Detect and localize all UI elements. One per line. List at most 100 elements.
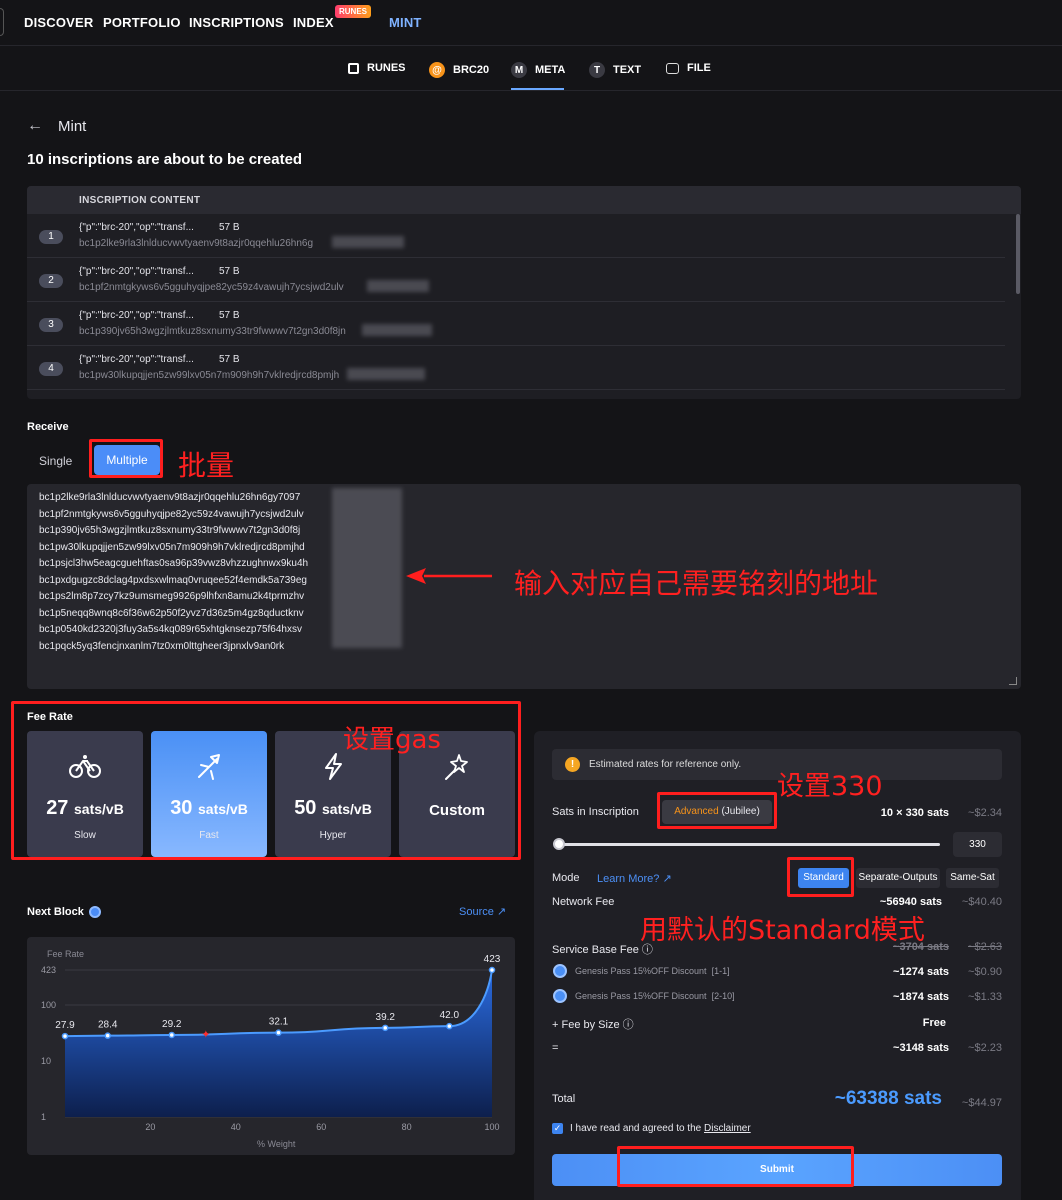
genesis-pass-icon: [553, 989, 567, 1003]
row-address: bc1p390jv65h3wgzjlmtkuz8sxnumy33tr9fwwwv…: [79, 326, 346, 337]
fee-chart: Fee Rate % Weight 27.9 28.4 29.2 32.1 39.2 42…: [27, 937, 515, 1155]
mode-label: Mode: [552, 872, 580, 884]
nav-portfolio[interactable]: PORTFOLIO: [103, 15, 181, 30]
network-fee-value: ~56940 sats: [879, 896, 942, 908]
row-number: 3: [39, 318, 63, 332]
agree-text: I have read and agreed to the Disclaimer: [570, 1123, 751, 1134]
equals-value: ~3148 sats: [893, 1042, 949, 1054]
privacy-blur: [332, 236, 404, 248]
annotation-box-fee-rate: [11, 701, 521, 860]
table-row: 2 {"p":"brc-20","op":"transf... 57 B bc1…: [27, 258, 1005, 302]
chart-area: [65, 970, 492, 1117]
chart-data-label: 32.1: [269, 1017, 289, 1028]
sats-slider-thumb[interactable]: [553, 838, 565, 850]
nav-discover[interactable]: DISCOVER: [24, 15, 94, 30]
sats-usd: ~$2.34: [968, 807, 1002, 819]
annotation-box-advanced: [657, 792, 777, 829]
current-position-marker: ✦: [201, 1029, 210, 1041]
discount-1-usd: ~$0.90: [968, 966, 1002, 978]
address-line: bc1p5neqq8wnq8c6f36w62p50f2yvz7d36z5m4gz…: [39, 607, 304, 619]
chart-point: [446, 1022, 453, 1030]
row-address: bc1pw30lkupqjjen5zw99lxv05n7m909h9h7vklr…: [79, 370, 340, 381]
chart-x-tick: 20: [145, 1122, 155, 1132]
address-line: bc1p0540kd2320j3fuy3a5s4kq089r65xhtgknse…: [39, 624, 302, 635]
tab-meta[interactable]: M META: [511, 62, 565, 78]
resize-handle[interactable]: [1009, 677, 1017, 685]
nav-inscriptions[interactable]: INSCRIPTIONS: [189, 15, 284, 30]
top-nav: DISCOVER PORTFOLIO INSCRIPTIONS INDEX RU…: [0, 0, 1062, 46]
annotation-arrow: [406, 568, 492, 584]
tab-label: META: [535, 64, 566, 76]
row-content: {"p":"brc-20","op":"transf...: [79, 310, 194, 321]
table-row: 3 {"p":"brc-20","op":"transf... 57 B bc1…: [27, 302, 1005, 346]
receive-single-option[interactable]: Single: [39, 454, 72, 468]
annotation-box-submit: [617, 1146, 854, 1187]
discount-1-value: ~1274 sats: [893, 966, 949, 978]
chart-y-label: Fee Rate: [47, 949, 84, 959]
tab-brc20[interactable]: @ BRC20: [429, 62, 489, 78]
source-link[interactable]: Source ↗: [459, 905, 506, 918]
row-content: {"p":"brc-20","op":"transf...: [79, 222, 194, 233]
inscription-count-headline: 10 inscriptions are about to be created: [27, 151, 303, 168]
back-arrow-icon[interactable]: ←: [27, 117, 43, 135]
discount-2-value: ~1874 sats: [893, 991, 949, 1003]
info-icon: !: [565, 757, 580, 772]
chart-point: [168, 1031, 175, 1039]
table-header: INSCRIPTION CONTENT: [27, 186, 1021, 214]
sub-tabs: RUNES @ BRC20 M META T TEXT FILE: [0, 47, 1062, 91]
sats-label: Sats in Inscription: [552, 806, 639, 818]
address-line: bc1p2lke9rla3lnlducvwvtyaenv9t8azjr0qqeh…: [39, 492, 301, 503]
tab-runes[interactable]: RUNES: [348, 62, 406, 74]
row-number: 4: [39, 362, 63, 376]
privacy-blur: [332, 488, 402, 648]
agree-checkbox[interactable]: ✓: [552, 1123, 563, 1134]
chart-point: [275, 1029, 282, 1036]
table-scrollbar[interactable]: [1016, 214, 1020, 294]
fee-by-size-value: Free: [922, 1017, 946, 1029]
row-content: {"p":"brc-20","op":"transf...: [79, 354, 194, 365]
discount-2-usd: ~$1.33: [968, 991, 1002, 1003]
row-size: 57 B: [219, 266, 240, 277]
external-link-icon: ↗: [662, 873, 672, 885]
active-tab-indicator: [511, 88, 564, 90]
annotation-mode: 用默认的Standard模式: [640, 915, 925, 946]
learn-more-link[interactable]: Learn More? ↗: [597, 872, 672, 885]
tab-label: RUNES: [367, 62, 406, 74]
privacy-blur: [362, 324, 432, 336]
sats-slider-track[interactable]: [558, 843, 940, 846]
total-label: Total: [552, 1093, 576, 1105]
window-edge: [0, 8, 4, 36]
chart-x-label: % Weight: [257, 1139, 296, 1149]
sats-value: 10 × 330 sats: [880, 807, 949, 819]
mode-separate-outputs-button[interactable]: Separate-Outputs: [856, 868, 940, 888]
tab-text[interactable]: T TEXT: [589, 62, 641, 78]
chart-data-label: 29.2: [162, 1019, 182, 1030]
service-fee-usd: ~$2.63: [968, 941, 1002, 953]
privacy-blur: [367, 280, 429, 292]
mode-same-sat-button[interactable]: Same-Sat: [946, 868, 999, 888]
network-fee-label: Network Fee: [552, 896, 615, 908]
annotation-sats: 设置330: [777, 771, 883, 802]
runes-badge: RUNES: [335, 5, 372, 18]
address-line: bc1pqck5yq3fencjnxanlm7tz0xm0lttgheer3jp…: [39, 640, 285, 652]
chart-point: [382, 1024, 389, 1032]
chart-point: [61, 1032, 69, 1040]
genesis-pass-icon: [553, 964, 567, 978]
chart-point: [104, 1032, 111, 1039]
folder-icon: [666, 62, 679, 74]
tab-label: FILE: [687, 62, 711, 74]
discount-2-label: Genesis Pass 15%OFF Discount [2-10]: [575, 991, 735, 1001]
nav-index[interactable]: INDEX: [293, 15, 334, 30]
chart-data-label: 27.9: [55, 1020, 75, 1031]
table-row: 1 {"p":"brc-20","op":"transf... 57 B bc1…: [27, 214, 1005, 258]
nav-mint[interactable]: MINT: [389, 15, 422, 30]
disclaimer-link[interactable]: Disclaimer: [704, 1123, 751, 1134]
equals-usd: ~$2.23: [968, 1042, 1002, 1054]
sats-input[interactable]: 330: [953, 832, 1002, 857]
row-number: 2: [39, 274, 63, 288]
tab-label: TEXT: [613, 64, 642, 76]
page-title: Mint: [58, 118, 87, 135]
tab-label: BRC20: [453, 64, 490, 76]
chart-x-tick: 40: [231, 1122, 241, 1132]
tab-file[interactable]: FILE: [666, 62, 711, 74]
